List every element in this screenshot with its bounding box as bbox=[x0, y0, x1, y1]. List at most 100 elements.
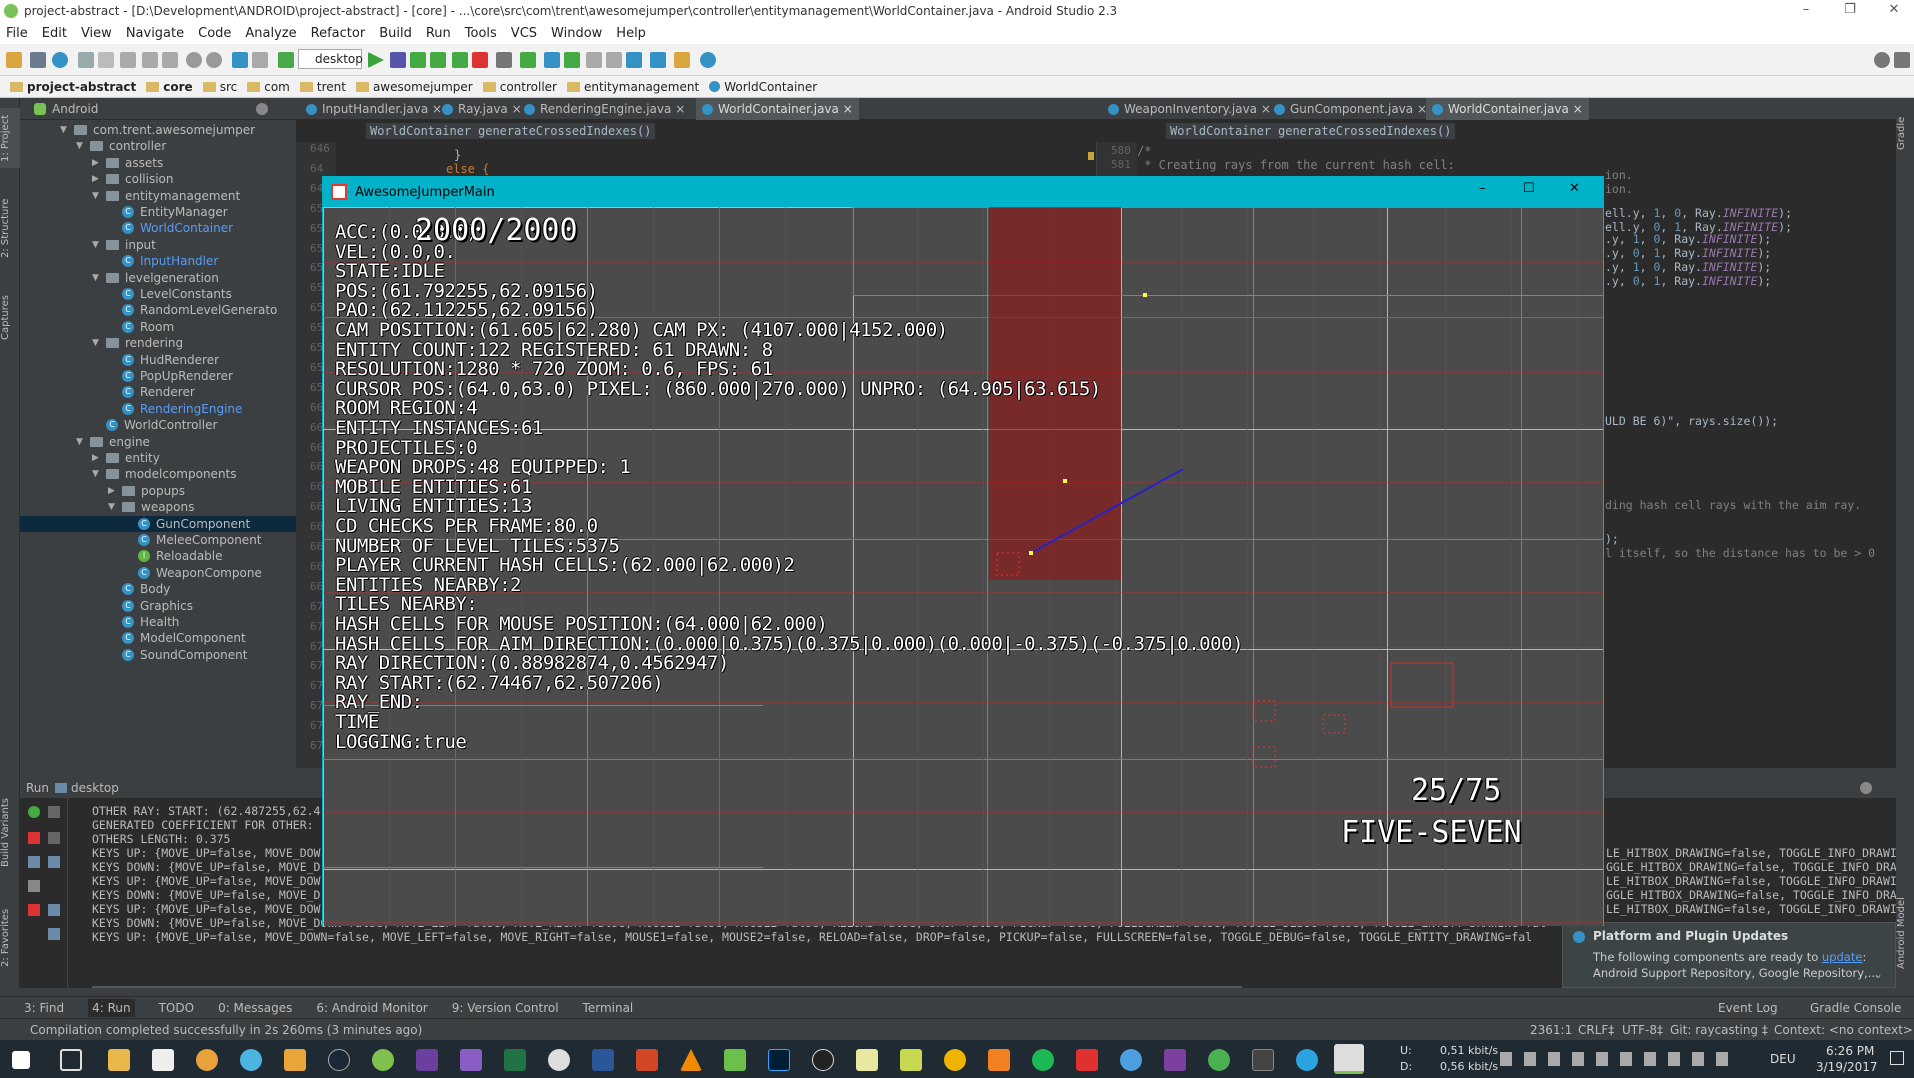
open-icon[interactable] bbox=[6, 52, 22, 68]
status-message[interactable]: Compilation completed successfully in 2s… bbox=[30, 1023, 422, 1037]
coverage-icon[interactable] bbox=[410, 52, 426, 68]
crumb-method-right[interactable]: generateCrossedIndexes() bbox=[1274, 123, 1456, 139]
game-window[interactable]: AwesomeJumperMain – ☐ ✕ ACC:(0.0,0.0) VEL… bbox=[322, 176, 1604, 926]
menu-vcs[interactable]: VCS bbox=[511, 26, 537, 41]
menu-window[interactable]: Window bbox=[551, 26, 602, 41]
vcs-update-icon[interactable] bbox=[544, 52, 560, 68]
app-icon[interactable] bbox=[1076, 1049, 1098, 1071]
expand-down-icon[interactable]: ▼ bbox=[60, 125, 74, 135]
pause-icon[interactable] bbox=[28, 856, 40, 868]
tree-folder[interactable]: ▼ levelgeneration bbox=[20, 270, 296, 286]
tree-folder[interactable]: ▼ controller bbox=[20, 138, 296, 154]
stop-icon[interactable] bbox=[472, 52, 488, 68]
menu-refactor[interactable]: Refactor bbox=[311, 26, 366, 41]
tree-folder[interactable]: ▼ input bbox=[20, 237, 296, 253]
tree-file[interactable]: C SoundComponent bbox=[20, 647, 296, 663]
tree-file[interactable]: I Reloadable bbox=[20, 548, 296, 564]
tree-file[interactable]: C ModelComponent bbox=[20, 630, 296, 646]
caret-position[interactable]: 2361:1 bbox=[1530, 1023, 1572, 1037]
tree-file[interactable]: C PopUpRenderer bbox=[20, 368, 296, 384]
excel-icon[interactable] bbox=[504, 1049, 526, 1071]
update-link[interactable]: update bbox=[1822, 950, 1863, 964]
app-icon[interactable] bbox=[372, 1049, 394, 1071]
expand-right-icon[interactable]: ▶ bbox=[92, 453, 106, 463]
game-viewport[interactable]: ACC:(0.0,0.0) VEL:(0.0,0. STATE:IDLE POS:(6… bbox=[323, 207, 1603, 926]
tool-tab-run[interactable]: 4: Run bbox=[88, 998, 135, 1017]
expand-down-icon[interactable]: ▼ bbox=[92, 469, 106, 479]
visual-studio-icon[interactable] bbox=[460, 1049, 482, 1071]
run-icon[interactable] bbox=[368, 52, 384, 68]
app-icon[interactable] bbox=[856, 1049, 878, 1071]
game-close-button[interactable]: ✕ bbox=[1569, 181, 1580, 196]
telegram-icon[interactable] bbox=[1296, 1049, 1318, 1071]
tree-folder[interactable]: ▼ modelcomponents bbox=[20, 466, 296, 482]
sdk-manager-icon[interactable] bbox=[520, 52, 536, 68]
menu-build[interactable]: Build bbox=[379, 26, 412, 41]
breadcrumb-src[interactable]: src bbox=[202, 80, 237, 94]
undo-icon[interactable] bbox=[78, 52, 94, 68]
tree-file[interactable]: C GunComponent bbox=[20, 515, 296, 532]
tree-file[interactable]: C MeleeComponent bbox=[20, 532, 296, 548]
tool-tab-version-control[interactable]: 9: Version Control bbox=[452, 1001, 559, 1015]
input-language[interactable]: DEU bbox=[1770, 1052, 1796, 1066]
expand-down-icon[interactable]: ▼ bbox=[92, 240, 106, 250]
tree-file[interactable]: C Graphics bbox=[20, 598, 296, 614]
tray-icons[interactable] bbox=[1500, 1052, 1728, 1066]
update-notification[interactable]: Platform and Plugin Updates The followin… bbox=[1562, 922, 1896, 988]
expand-right-icon[interactable]: ▶ bbox=[92, 158, 106, 168]
sync-icon[interactable] bbox=[52, 52, 68, 68]
app-icon[interactable] bbox=[284, 1049, 306, 1071]
line-separator[interactable]: CRLF‡ bbox=[1578, 1023, 1614, 1037]
git-branch[interactable]: Git: raycasting ‡ bbox=[1670, 1023, 1768, 1037]
run-config-select[interactable]: desktop bbox=[298, 49, 363, 69]
tab-renderingengine[interactable]: RenderingEngine.java × bbox=[518, 98, 691, 120]
game-maximize-button[interactable]: ☐ bbox=[1523, 181, 1535, 196]
profile-icon[interactable] bbox=[430, 52, 446, 68]
tree-file[interactable]: C LevelConstants bbox=[20, 286, 296, 302]
menu-code[interactable]: Code bbox=[198, 26, 231, 41]
tree-folder[interactable]: ▼ entitymanagement bbox=[20, 188, 296, 204]
windows-start-icon[interactable] bbox=[12, 1051, 30, 1069]
chevron-down-icon[interactable]: ⌄ bbox=[1873, 967, 1883, 981]
context-indicator[interactable]: Context: <no context> bbox=[1774, 1023, 1913, 1037]
tree-file[interactable]: C Room bbox=[20, 319, 296, 335]
search-everywhere-icon[interactable] bbox=[1874, 52, 1890, 68]
chrome-icon[interactable] bbox=[196, 1049, 218, 1071]
breadcrumb-worldcontainer[interactable]: WorldContainer bbox=[709, 80, 817, 94]
clock-date[interactable]: 3/19/2017 bbox=[1816, 1060, 1878, 1074]
app-icon[interactable] bbox=[724, 1049, 746, 1071]
tool-tab-android-monitor[interactable]: 6: Android Monitor bbox=[316, 1001, 427, 1015]
tree-file[interactable]: C EntityManager bbox=[20, 204, 296, 220]
tab-inputhandler[interactable]: InputHandler.java × bbox=[300, 98, 448, 120]
debug-icon[interactable] bbox=[390, 52, 406, 68]
tool-tab-structure[interactable]: 2: Structure bbox=[0, 188, 20, 268]
tree-folder[interactable]: ▶ popups bbox=[20, 483, 296, 499]
expand-down-icon[interactable]: ▼ bbox=[92, 338, 106, 348]
find-icon[interactable] bbox=[186, 52, 202, 68]
paste-icon[interactable] bbox=[162, 52, 178, 68]
breadcrumb-trent[interactable]: trent bbox=[299, 80, 346, 94]
close-button[interactable]: ✕ bbox=[1874, 0, 1914, 22]
replace-icon[interactable] bbox=[206, 52, 222, 68]
tree-file[interactable]: C Body bbox=[20, 581, 296, 597]
app-icon[interactable] bbox=[812, 1049, 834, 1071]
word-icon[interactable] bbox=[592, 1049, 614, 1071]
tree-folder[interactable]: ▼ weapons bbox=[20, 499, 296, 515]
app-icon[interactable] bbox=[548, 1049, 570, 1071]
tree-folder[interactable]: ▶ collision bbox=[20, 171, 296, 187]
tab-worldcontainer-left[interactable]: WorldContainer.java × bbox=[696, 98, 859, 120]
file-encoding[interactable]: UTF-8‡ bbox=[1622, 1023, 1663, 1037]
app-icon[interactable] bbox=[416, 1049, 438, 1071]
print-icon[interactable] bbox=[48, 904, 60, 916]
breadcrumb-com[interactable]: com bbox=[247, 80, 290, 94]
scroll-down-icon[interactable] bbox=[48, 832, 60, 844]
expand-down-icon[interactable]: ▼ bbox=[76, 437, 90, 447]
expand-right-icon[interactable]: ▶ bbox=[108, 486, 122, 496]
app-icon[interactable] bbox=[944, 1049, 966, 1071]
tree-file[interactable]: C RenderingEngine bbox=[20, 401, 296, 417]
tab-weaponinventory[interactable]: WeaponInventory.java × bbox=[1102, 98, 1277, 120]
project-structure-icon[interactable] bbox=[650, 52, 666, 68]
console-hscroll[interactable] bbox=[92, 986, 1242, 988]
cut-icon[interactable] bbox=[120, 52, 136, 68]
explorer-icon[interactable] bbox=[108, 1049, 130, 1071]
